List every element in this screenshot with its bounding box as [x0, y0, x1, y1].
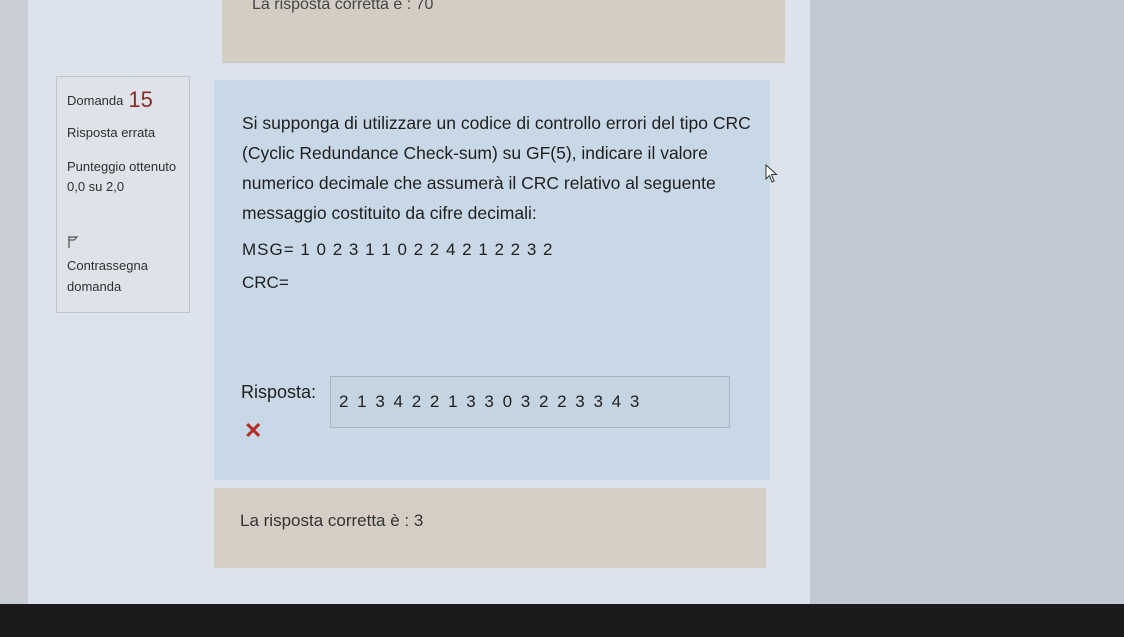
- previous-question-feedback: La risposta corretta è : 70: [222, 0, 785, 63]
- correct-answer-text: La risposta corretta è : 3: [240, 511, 424, 530]
- question-number-block: Domanda 15: [67, 87, 153, 113]
- question-status: Risposta errata: [67, 125, 156, 140]
- question-label: Domanda: [67, 93, 124, 108]
- screen-bezel: [0, 604, 1124, 637]
- crc-label: CRC=: [242, 273, 289, 292]
- question-text: Si supponga di utilizzare un codice di c…: [242, 113, 751, 223]
- flag-icon[interactable]: [67, 235, 81, 249]
- correct-answer-feedback: La risposta corretta è : 3: [214, 488, 766, 568]
- question-grade: Punteggio ottenuto 0,0 su 2,0: [67, 159, 177, 194]
- previous-correct-answer: La risposta corretta è : 70: [252, 0, 434, 13]
- incorrect-x-icon: ✕: [244, 418, 263, 443]
- flag-question-label[interactable]: Contrassegna domanda: [67, 255, 182, 297]
- question-content-box: Si supponga di utilizzare un codice di c…: [214, 80, 770, 480]
- message-line: MSG= 1 0 2 3 1 1 0 2 2 4 2 1 2 2 3 2: [242, 240, 554, 259]
- answer-label: Risposta:: [241, 382, 317, 402]
- answer-input[interactable]: [330, 376, 730, 428]
- right-background: [810, 0, 1124, 606]
- question-info-panel: Domanda 15 Risposta errata Punteggio otte…: [56, 76, 190, 313]
- question-number: 15: [128, 87, 153, 112]
- mouse-cursor-icon: [765, 163, 779, 184]
